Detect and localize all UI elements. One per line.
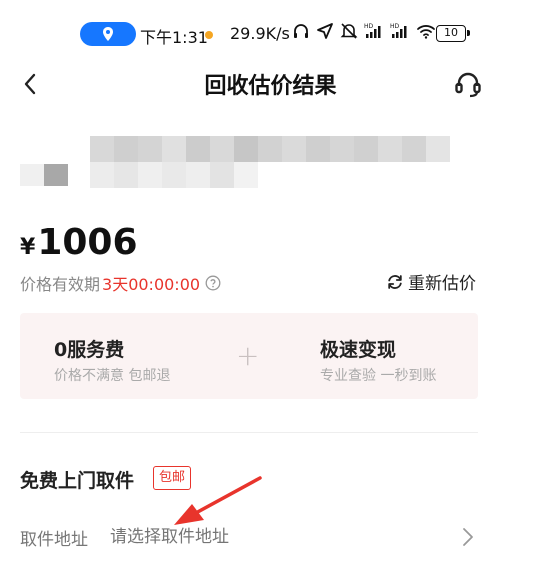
plus-icon: + — [236, 339, 260, 372]
product-name-redacted — [90, 136, 450, 162]
product-info-redacted — [20, 136, 500, 196]
service-subtitle: 专业查验 一秒到账 — [320, 368, 437, 384]
service-guarantee-card: 0服务费 价格不满意 包邮退 + 极速变现 专业查验 一秒到账 — [20, 313, 478, 399]
status-icons: HD HD — [292, 22, 436, 40]
product-thumbnail-redacted — [20, 164, 68, 186]
reassess-button[interactable]: 重新估价 — [386, 269, 476, 294]
notification-dot — [205, 31, 213, 39]
status-time: 下午1:31 — [140, 28, 208, 47]
chevron-right-icon — [463, 528, 473, 546]
signal-hd-icon: HD — [390, 23, 407, 38]
service-title: 极速变现 — [320, 339, 397, 361]
wifi-icon — [417, 25, 435, 39]
pickup-section-title: 免费上门取件 — [20, 470, 135, 492]
nav-bar: 回收估价结果 — [0, 56, 541, 112]
headset-status-icon — [294, 24, 308, 38]
signal-hd-icon: HD — [364, 23, 381, 38]
service-title: 0服务费 — [54, 339, 125, 361]
price-validity: 价格有效期 3天00:00:00 — [20, 271, 221, 295]
navigation-icon — [317, 23, 333, 39]
svg-text:HD: HD — [364, 23, 374, 30]
location-icon — [103, 27, 113, 41]
location-pill — [80, 22, 136, 46]
reassess-label: 重新估价 — [408, 274, 476, 294]
price-amount: 1006 — [37, 222, 138, 263]
validity-countdown: 3天00:00:00 — [102, 275, 201, 294]
validity-label: 价格有效期 — [20, 275, 101, 294]
currency-symbol: ¥ — [20, 235, 36, 260]
section-divider — [20, 432, 478, 433]
address-label: 取件地址 — [20, 529, 88, 550]
status-bar: 下午1:31 29.9K/s HD HD 10 — [0, 0, 541, 56]
customer-service-button[interactable] — [446, 62, 490, 106]
refresh-icon — [388, 274, 402, 289]
network-speed: 29.9K/s — [230, 24, 290, 43]
service-subtitle: 价格不满意 包邮退 — [54, 368, 171, 384]
help-icon[interactable] — [205, 275, 221, 291]
svg-text:HD: HD — [390, 23, 400, 30]
annotation-arrow-icon — [174, 476, 262, 525]
estimated-price: ¥ 1006 — [20, 222, 138, 263]
mute-icon — [340, 23, 358, 39]
headset-icon — [455, 72, 481, 98]
product-spec-redacted — [90, 162, 258, 188]
battery-icon: 10 — [436, 25, 470, 42]
